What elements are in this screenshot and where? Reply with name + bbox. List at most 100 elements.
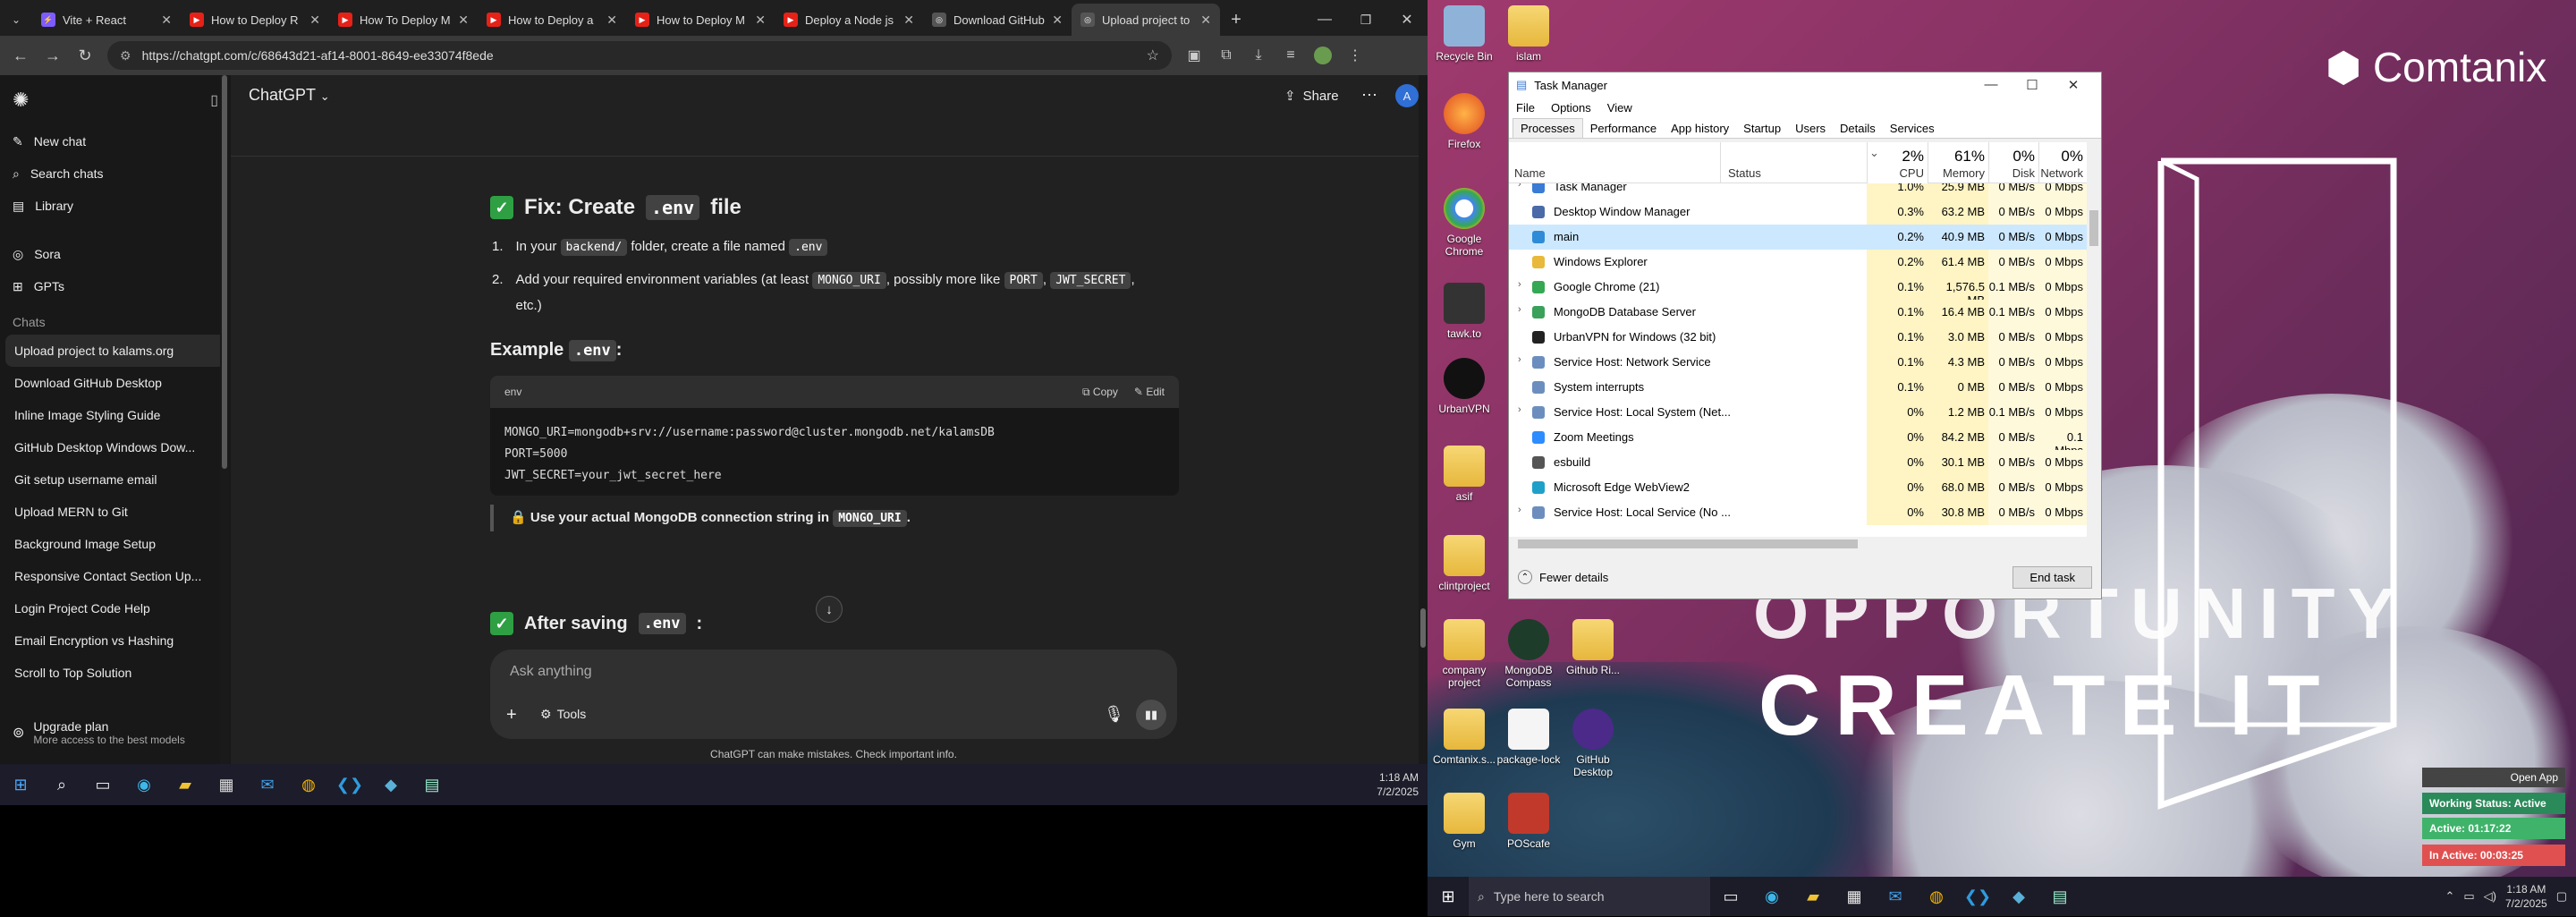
more-options-icon[interactable]: ⋯: [1361, 86, 1377, 105]
desktop-icon[interactable]: Google Chrome: [1431, 188, 1497, 258]
avatar[interactable]: A: [1395, 84, 1419, 107]
desktop-icon[interactable]: MongoDB Compass: [1496, 619, 1562, 689]
search-icon[interactable]: ⌕: [41, 764, 82, 805]
sidebar-scrollbar[interactable]: [220, 75, 229, 764]
fewer-details-button[interactable]: ⌃ Fewer details: [1518, 570, 1608, 584]
process-row[interactable]: Desktop Window Manager 0.3% 63.2 MB 0 MB…: [1509, 200, 2087, 225]
close-tab-icon[interactable]: ✕: [309, 13, 320, 28]
desktop-icon[interactable]: tawk.to: [1431, 283, 1497, 340]
process-row[interactable]: Microsoft Edge WebView2 0% 68.0 MB 0 MB/…: [1509, 475, 2087, 500]
close-window-icon[interactable]: ✕: [1386, 0, 1428, 40]
desktop-icon[interactable]: POScafe: [1496, 793, 1562, 850]
chat-item[interactable]: Background Image Setup: [0, 528, 231, 560]
chat-item[interactable]: Login Project Code Help: [0, 592, 231, 624]
desktop-icon[interactable]: Firefox: [1431, 93, 1497, 150]
app-icon[interactable]: ◆: [1998, 876, 2039, 917]
tab-3[interactable]: ▶ How to Deploy a ✕: [478, 4, 626, 36]
chrome-icon[interactable]: ◍: [1916, 876, 1957, 917]
notifications-icon[interactable]: ▢: [2556, 889, 2567, 904]
start-icon[interactable]: ⊞: [0, 764, 41, 805]
minimize-icon[interactable]: —: [1304, 0, 1345, 40]
chat-item[interactable]: Upload project to kalams.org: [5, 335, 225, 367]
tab-2[interactable]: App history: [1664, 119, 1736, 138]
tab-7[interactable]: ◎ Upload project to ✕: [1072, 4, 1220, 36]
col-name[interactable]: Name: [1514, 142, 1720, 183]
tray-chevron-icon[interactable]: ⌃: [2445, 889, 2454, 904]
start-icon[interactable]: ⊞: [1428, 876, 1469, 917]
desktop-icon[interactable]: UrbanVPN: [1431, 358, 1497, 415]
chat-item[interactable]: Email Encryption vs Hashing: [0, 624, 231, 657]
tab-1[interactable]: Performance: [1583, 119, 1664, 138]
store-icon[interactable]: ▦: [206, 764, 247, 805]
search-chats-button[interactable]: ⌕ Search chats: [0, 157, 231, 190]
desktop-icon[interactable]: clintproject: [1431, 535, 1497, 592]
gpts-button[interactable]: ⊞ GPTs: [0, 270, 231, 302]
chrome-icon[interactable]: ◍: [288, 764, 329, 805]
end-task-button[interactable]: End task: [2012, 565, 2092, 589]
app-icon[interactable]: ◆: [370, 764, 411, 805]
chat-item[interactable]: Inline Image Styling Guide: [0, 399, 231, 431]
tab-4[interactable]: ▶ How to Deploy M ✕: [626, 4, 775, 36]
desktop-icon[interactable]: package-lock: [1496, 709, 1562, 766]
desktop-icon[interactable]: GitHub Desktop: [1560, 709, 1626, 778]
desktop-icon[interactable]: company project: [1431, 619, 1497, 689]
chat-item[interactable]: Scroll to Top Solution: [0, 657, 231, 689]
tab-0[interactable]: ⚡ Vite + React ✕: [32, 4, 181, 36]
menu-2[interactable]: View: [1607, 101, 1632, 115]
prompt-input[interactable]: Ask anything: [510, 664, 592, 680]
clock[interactable]: 1:18 AM 7/2/2025: [2505, 882, 2547, 911]
close-tab-icon[interactable]: ✕: [1052, 13, 1063, 28]
tab-1[interactable]: ▶ How to Deploy R ✕: [181, 4, 329, 36]
extension-icon[interactable]: ▣: [1184, 46, 1204, 65]
mail-icon[interactable]: ✉: [1875, 876, 1916, 917]
tab-6[interactable]: Services: [1883, 119, 1942, 138]
chat-item[interactable]: GitHub Desktop Windows Dow...: [0, 431, 231, 463]
new-chat-button[interactable]: ✎ New chat: [0, 125, 231, 157]
file-explorer-icon[interactable]: ▰: [165, 764, 206, 805]
close-tab-icon[interactable]: ✕: [755, 13, 766, 28]
chat-item[interactable]: Responsive Contact Section Up...: [0, 560, 231, 592]
media-icon[interactable]: ≡: [1281, 46, 1301, 65]
desktop-icon[interactable]: asif: [1431, 446, 1497, 503]
minimize-icon[interactable]: —: [1970, 77, 2012, 93]
expand-chevron-icon[interactable]: ›: [1518, 404, 1521, 415]
share-button[interactable]: ⇪ Share: [1284, 88, 1339, 105]
close-tab-icon[interactable]: ✕: [606, 13, 617, 28]
tab-5[interactable]: Details: [1833, 119, 1883, 138]
task-manager-titlebar[interactable]: ▤ Task Manager — ☐ ✕: [1509, 72, 2101, 98]
horizontal-scrollbar[interactable]: [1509, 537, 2087, 551]
process-row[interactable]: › Service Host: Local Service (No ... 0%…: [1509, 500, 2087, 525]
expand-chevron-icon[interactable]: ›: [1518, 183, 1521, 190]
task-manager-icon[interactable]: ▤: [411, 764, 453, 805]
edit-code-button[interactable]: ✎ Edit: [1134, 386, 1165, 399]
close-icon[interactable]: ✕: [2053, 77, 2094, 93]
tools-button[interactable]: ⚙ Tools: [540, 707, 586, 722]
edge-icon[interactable]: ◉: [1751, 876, 1792, 917]
expand-chevron-icon[interactable]: ›: [1518, 304, 1521, 315]
chat-item[interactable]: Download GitHub Desktop: [0, 367, 231, 399]
tab-search-icon[interactable]: ⌄: [0, 4, 32, 36]
volume-icon[interactable]: ◁): [2484, 889, 2496, 904]
tab-6[interactable]: ◎ Download GitHub ✕: [923, 4, 1072, 36]
vertical-scrollbar[interactable]: [2087, 183, 2101, 537]
process-row[interactable]: › Service Host: Local System (Net... 0% …: [1509, 400, 2087, 425]
reload-icon[interactable]: ↻: [75, 47, 95, 65]
desktop-icon[interactable]: Gym: [1431, 793, 1497, 850]
expand-chevron-icon[interactable]: ›: [1518, 505, 1521, 515]
taskbar-search[interactable]: ⌕ Type here to search: [1469, 877, 1710, 916]
tab-0[interactable]: Processes: [1513, 118, 1583, 138]
forward-icon[interactable]: →: [43, 47, 63, 65]
url-field[interactable]: ⚙ https://chatgpt.com/c/68643d21-af14-80…: [107, 41, 1172, 70]
process-row[interactable]: › Google Chrome (21) 0.1% 1,576.5 MB 0.1…: [1509, 275, 2087, 307]
desktop-icon[interactable]: Comtanix.s...: [1431, 709, 1497, 766]
col-memory[interactable]: 61% Memory: [1928, 142, 1988, 183]
vscode-icon[interactable]: ❮❯: [1957, 876, 1998, 917]
maximize-icon[interactable]: ☐: [2012, 77, 2053, 93]
process-row[interactable]: › Task Manager 1.0% 25.9 MB 0 MB/s 0 Mbp…: [1509, 183, 2087, 200]
close-sidebar-icon[interactable]: ▯: [210, 91, 218, 109]
tab-5[interactable]: ▶ Deploy a Node js ✕: [775, 4, 923, 36]
close-tab-icon[interactable]: ✕: [1200, 13, 1211, 28]
col-cpu[interactable]: ⌄ 2% CPU: [1867, 142, 1928, 183]
task-manager-icon[interactable]: ▤: [2039, 876, 2080, 917]
restore-icon[interactable]: ❐: [1345, 0, 1386, 40]
